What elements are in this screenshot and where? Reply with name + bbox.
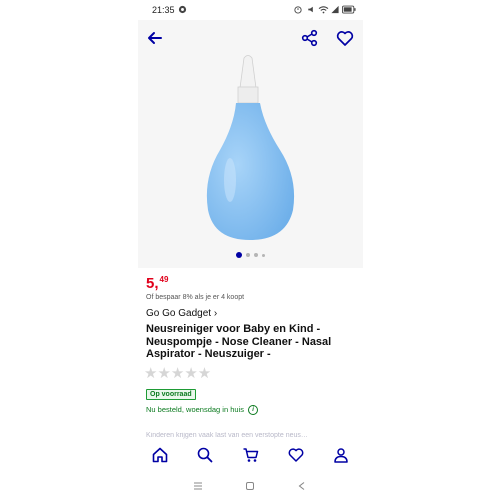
share-icon[interactable] xyxy=(300,28,320,48)
delivery-text: Nu besteld, woensdag in huis xyxy=(146,405,244,414)
description-preview: Kinderen krijgen vaak last van een verst… xyxy=(146,432,308,439)
bottom-navigation xyxy=(138,440,363,470)
status-time: 21:35 xyxy=(152,5,175,15)
cart-icon[interactable] xyxy=(242,446,260,464)
info-icon[interactable]: i xyxy=(248,405,259,416)
home-icon[interactable] xyxy=(151,446,169,464)
system-navigation-bar xyxy=(138,470,363,500)
account-icon[interactable] xyxy=(332,446,350,464)
mute-icon xyxy=(308,6,313,13)
gallery-dot[interactable] xyxy=(246,253,250,257)
stock-badge: Op voorraad xyxy=(146,389,196,400)
product-title: Neusreiniger voor Baby en Kind - Neuspom… xyxy=(146,323,332,360)
price-cents: 49 xyxy=(159,275,169,284)
wifi-icon xyxy=(318,6,329,14)
bulk-discount-text: Of bespaar 8% als je er 4 koopt xyxy=(146,294,245,301)
app-screen: 21:35 5,49 Of bespaar 8% als je er 4 koo… xyxy=(138,0,363,500)
wishlist-heart-icon[interactable] xyxy=(287,446,305,464)
product-image-gallery[interactable] xyxy=(138,20,363,268)
search-icon[interactable] xyxy=(196,446,214,464)
product-price: 5,49 xyxy=(146,275,168,292)
gallery-dot[interactable] xyxy=(254,253,258,257)
signal-icon xyxy=(331,5,339,14)
home-button-icon[interactable] xyxy=(245,481,255,491)
battery-icon xyxy=(342,5,356,14)
gallery-pagination[interactable] xyxy=(138,252,363,258)
back-button-icon[interactable] xyxy=(297,481,307,491)
product-image xyxy=(206,55,295,240)
recent-apps-icon[interactable] xyxy=(193,481,203,491)
gallery-dot[interactable] xyxy=(236,252,242,258)
price-whole: 5, xyxy=(146,275,159,292)
seller-link[interactable]: Go Go Gadget › xyxy=(146,308,217,319)
status-bar: 21:35 xyxy=(138,0,363,20)
heart-icon[interactable] xyxy=(335,28,355,48)
delivery-info[interactable]: Nu besteld, woensdag in huis i xyxy=(146,405,259,416)
rating-stars[interactable]: ★★★★★ xyxy=(144,364,211,382)
notification-icon xyxy=(178,5,187,14)
alarm-icon xyxy=(294,6,302,14)
gallery-dot[interactable] xyxy=(262,253,265,257)
arrow-left-icon[interactable] xyxy=(145,28,165,48)
